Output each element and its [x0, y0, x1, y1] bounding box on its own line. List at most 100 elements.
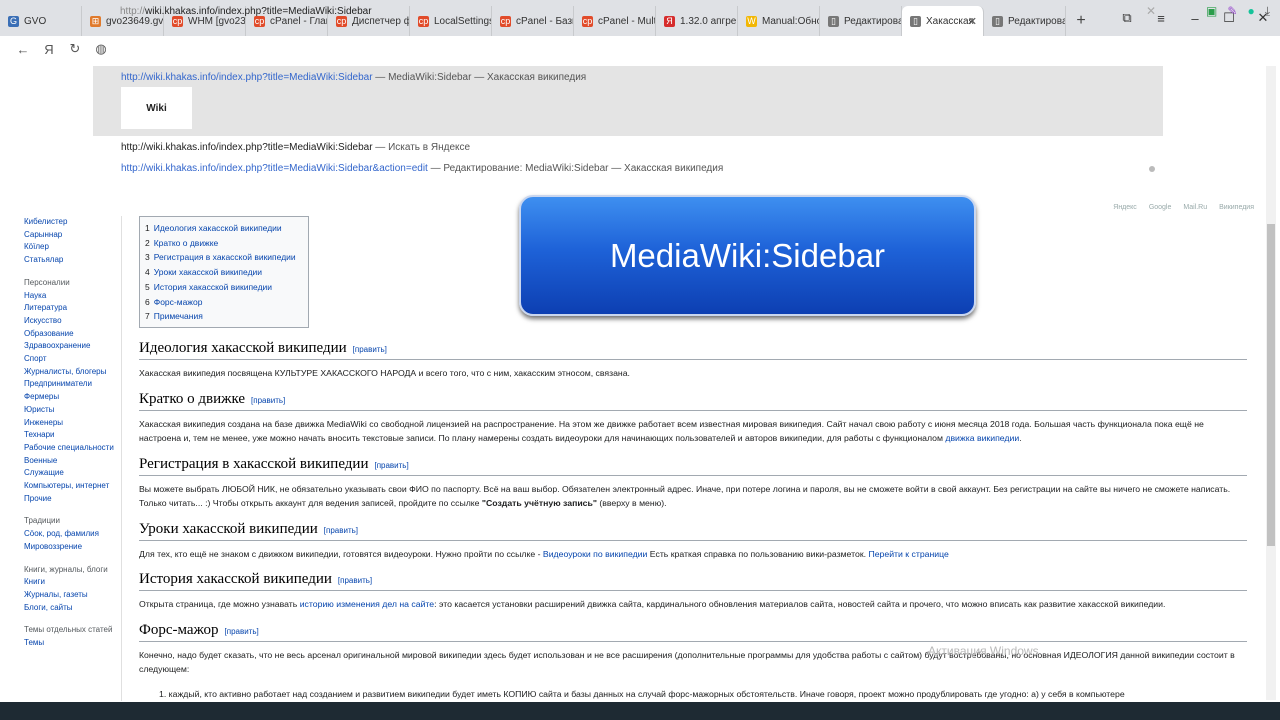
section-text-after: : это касается установки расширений движ…: [434, 599, 1166, 609]
sidebar-item[interactable]: Журналисты, блогеры: [24, 366, 121, 379]
sidebar-item[interactable]: Блоги, сайты: [24, 602, 121, 615]
section-text-part: Вы можете выбрать ЛЮБОЙ НИК, не обязател…: [139, 483, 1231, 509]
edit-section-link[interactable]: [править]: [251, 396, 285, 405]
reload-icon[interactable]: ↻: [62, 41, 88, 57]
yandex-icon[interactable]: Я: [36, 42, 62, 57]
sidebar-item[interactable]: Темы: [24, 637, 121, 650]
tab-favicon-icon: cp: [418, 15, 429, 27]
tab-0[interactable]: G GVO: [0, 6, 82, 36]
toc-item[interactable]: 3 Регистрация в хакасской википедии: [145, 250, 302, 265]
suggestion-edit[interactable]: http://wiki.khakas.info/index.php?title=…: [121, 163, 723, 174]
tab-11[interactable]: ▯ Хакасская ✕: [902, 6, 984, 36]
tab-label: 1.32.0 апгрейд: [680, 15, 737, 27]
tab-label: Хакасская: [926, 15, 974, 27]
sidebar-item[interactable]: Сарыннар: [24, 229, 121, 242]
sidebar-item[interactable]: Инженеры: [24, 417, 121, 430]
toc-link[interactable]: Уроки хакасской википедии: [154, 267, 262, 277]
sidebar-item[interactable]: Искусство: [24, 315, 121, 328]
toc-link[interactable]: Форс-мажор: [154, 297, 203, 307]
sidebar-item[interactable]: Рабочие специальности: [24, 442, 121, 455]
tab-favicon-icon: cp: [500, 15, 511, 27]
toc-item[interactable]: 6 Форс-мажор: [145, 295, 302, 310]
section-title: Идеология хакасской википедии: [139, 340, 347, 356]
sidebar-item[interactable]: Кибелистер: [24, 216, 121, 229]
clear-icon[interactable]: ✕: [1146, 4, 1156, 19]
sidebar-item[interactable]: Журналы, газеты: [24, 589, 121, 602]
edit-section-link[interactable]: [править]: [225, 627, 259, 636]
suggestion-search[interactable]: http://wiki.khakas.info/index.php?title=…: [121, 142, 470, 153]
sidebar-item[interactable]: Образование: [24, 328, 121, 341]
scrollbar-thumb[interactable]: [1267, 224, 1275, 546]
suggestion-search-url: http://wiki.khakas.info/index.php?title=…: [121, 142, 373, 153]
sidebar-item[interactable]: Книги: [24, 576, 121, 589]
extension-icon[interactable]: ▣: [1206, 4, 1217, 19]
section-link[interactable]: историю изменения дел на сайте: [300, 599, 434, 609]
sidebar-item[interactable]: Компьютеры, интернет: [24, 480, 121, 493]
tab-7[interactable]: cp cPanel - Multi: [574, 6, 656, 36]
back-icon[interactable]: ←: [10, 42, 36, 57]
sidebar-item[interactable]: Сӧок, род, фамилия: [24, 528, 121, 541]
tab-6[interactable]: cp cPanel - Базы: [492, 6, 574, 36]
toc-item[interactable]: 4 Уроки хакасской википедии: [145, 265, 302, 280]
download-icon[interactable]: ⤓: [1265, 4, 1270, 19]
section-link[interactable]: движка википедии: [945, 433, 1019, 443]
section-heading: Кратко о движке [править]: [139, 391, 1247, 411]
sidebar-item[interactable]: Литература: [24, 302, 121, 315]
grammarly-icon[interactable]: ●: [1247, 4, 1254, 19]
sidebar-item[interactable]: Служащие: [24, 467, 121, 480]
sidebar-item[interactable]: Технари: [24, 429, 121, 442]
wiki-tile[interactable]: Wiki: [121, 87, 192, 129]
tab-5[interactable]: cp LocalSettings: [410, 6, 492, 36]
tab-10[interactable]: ▯ Редактирование: [820, 6, 902, 36]
url-input[interactable]: http://wiki.khakas.info/index.php?title=…: [120, 6, 372, 17]
sidebar-item[interactable]: Мировоззрение: [24, 541, 121, 554]
suggestion-highlighted[interactable]: http://wiki.khakas.info/index.php?title=…: [93, 66, 1163, 136]
sidebar-group-heading: Книги, журналы, блоги: [24, 564, 108, 574]
pen-icon[interactable]: ✎: [1227, 4, 1237, 19]
tab-8[interactable]: Я 1.32.0 апгрейд: [656, 6, 738, 36]
tab-label: Редактирование: [844, 15, 901, 27]
tab-favicon-icon: ▯: [910, 15, 921, 27]
sidebar-item[interactable]: Прочие: [24, 493, 121, 506]
edit-section-link[interactable]: [править]: [353, 345, 387, 354]
sidebar-item[interactable]: Статьялар: [24, 254, 121, 267]
toc-link[interactable]: Регистрация в хакасской википедии: [154, 252, 296, 262]
section-title: Уроки хакасской википедии: [139, 520, 318, 537]
toc-item[interactable]: 1 Идеология хакасской википедии: [145, 221, 302, 236]
toc-link[interactable]: Примечания: [154, 311, 203, 321]
section-link[interactable]: Видеоуроки по википедии: [543, 549, 647, 559]
sidebar-item[interactable]: Военные: [24, 455, 121, 468]
tab-favicon-icon: Я: [664, 15, 675, 27]
sidebar-item[interactable]: Предприниматели: [24, 378, 121, 391]
toc-link[interactable]: История хакасской википедии: [154, 282, 272, 292]
search-engine-0[interactable]: Яндекс: [1113, 204, 1137, 211]
toc-item[interactable]: 2 Кратко о движке: [145, 236, 302, 251]
section-text: Вы можете выбрать ЛЮБОЙ НИК, не обязател…: [139, 482, 1247, 511]
toc-item[interactable]: 5 История хакасской википедии: [145, 280, 302, 295]
sidebar-item[interactable]: Спорт: [24, 353, 121, 366]
edit-section-link[interactable]: [править]: [374, 461, 408, 470]
address-actions: ✕ ▣ ✎ ● ⤓: [1146, 4, 1270, 19]
tab-close-icon[interactable]: ✕: [968, 15, 977, 28]
toc-link[interactable]: Идеология хакасской википедии: [154, 223, 282, 233]
sidebar-item[interactable]: Фермеры: [24, 391, 121, 404]
toc-item[interactable]: 7 Примечания: [145, 309, 302, 324]
toc-link[interactable]: Кратко о движке: [154, 238, 219, 248]
tab-9[interactable]: W Manual:Обнов: [738, 6, 820, 36]
sidebar-item[interactable]: Кӧїлер: [24, 241, 121, 254]
sidebar-item[interactable]: Здравоохранение: [24, 340, 121, 353]
section-title: Форс-мажор: [139, 621, 219, 638]
bookmarks-icon[interactable]: ⧉: [1110, 10, 1144, 26]
sidebar-item[interactable]: Наука: [24, 290, 121, 303]
new-tab-button[interactable]: +: [1066, 6, 1096, 36]
search-engine-1[interactable]: Google: [1149, 204, 1172, 211]
edit-section-link[interactable]: [править]: [338, 576, 372, 585]
tab-favicon-icon: cp: [336, 15, 347, 27]
search-engine-3[interactable]: Википедия: [1219, 204, 1254, 211]
tab-12[interactable]: ▯ Редактирован: [984, 6, 1066, 36]
tab-label: cPanel - Multi: [598, 15, 656, 27]
sidebar-item[interactable]: Юристы: [24, 404, 121, 417]
search-engine-2[interactable]: Mail.Ru: [1183, 204, 1207, 211]
edit-section-link[interactable]: [править]: [324, 526, 358, 535]
section-link[interactable]: Перейти к странице: [868, 549, 948, 559]
